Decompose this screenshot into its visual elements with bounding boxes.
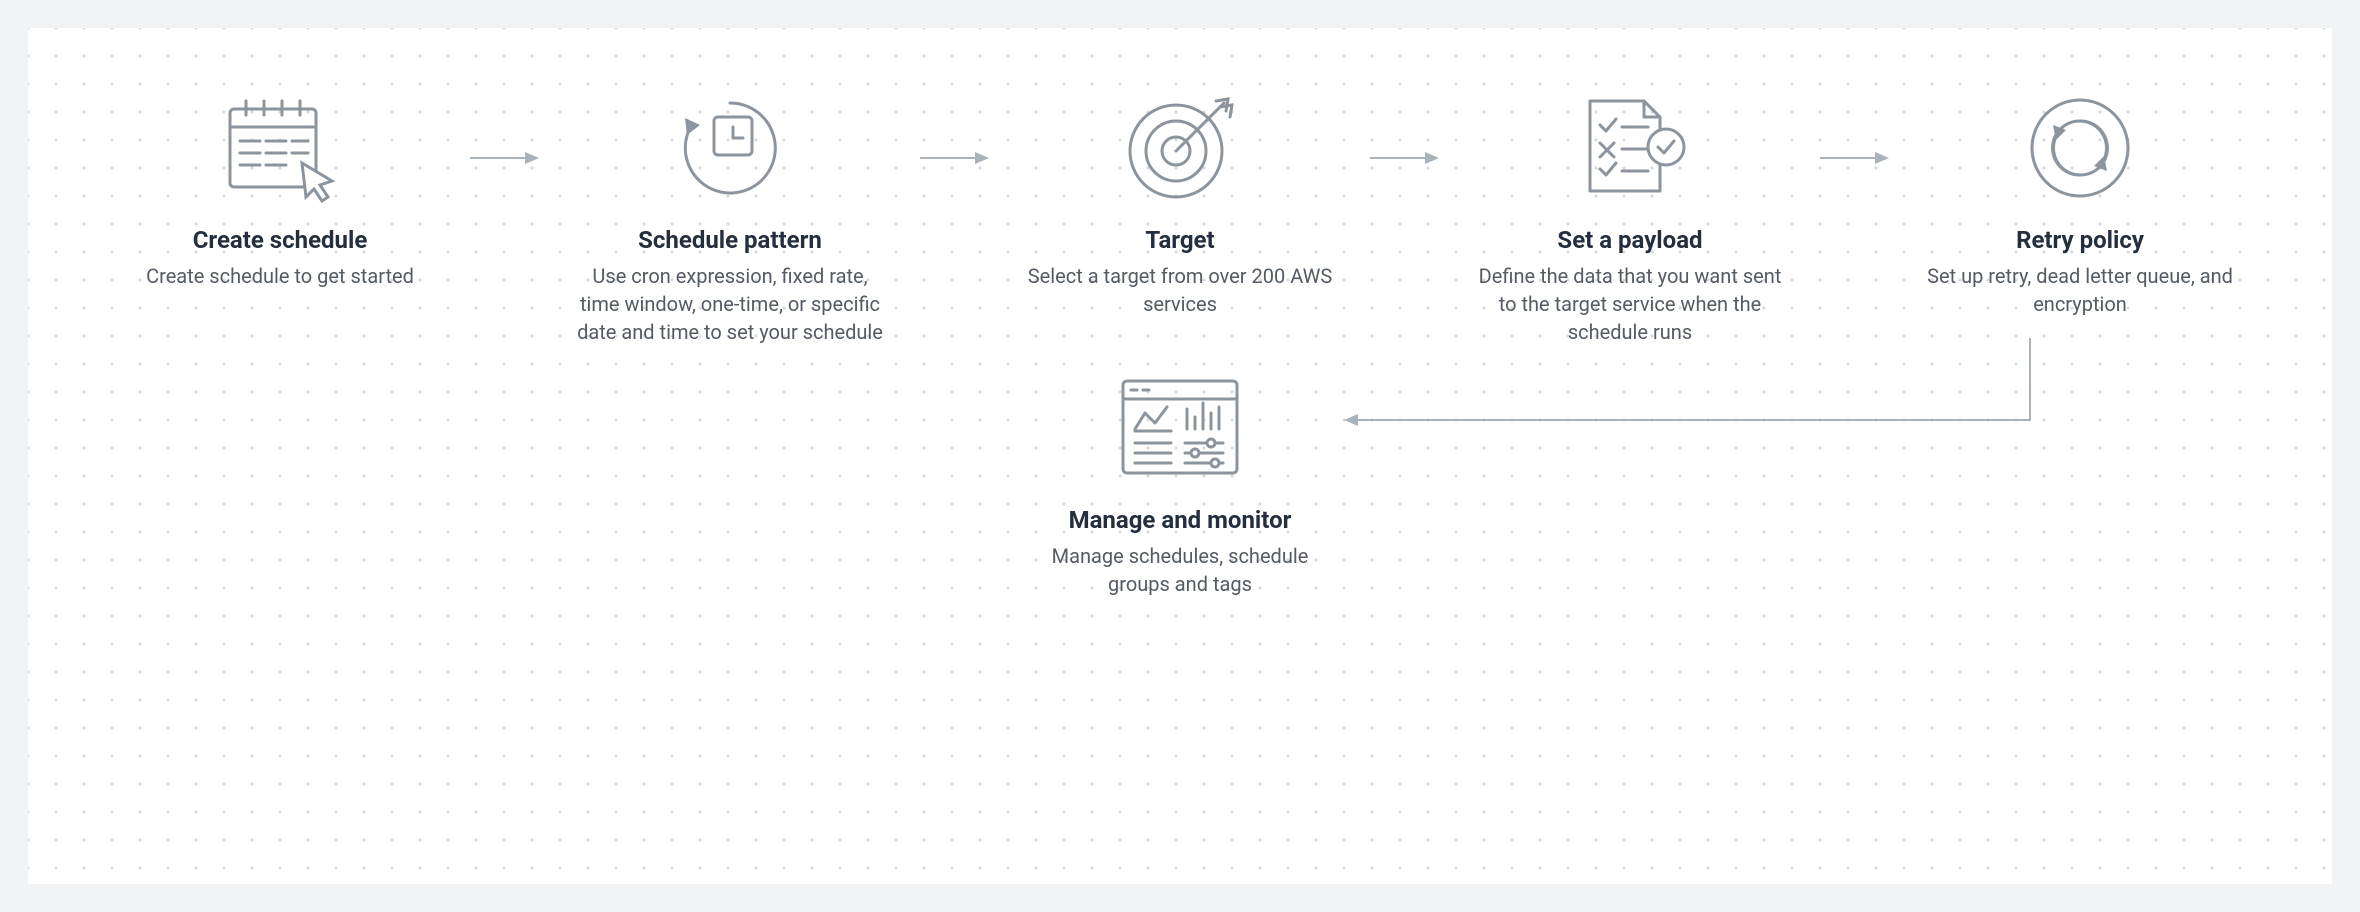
clock-refresh-icon [670,88,790,208]
connector-row: Manage and monitor Manage schedules, sch… [28,338,2332,758]
step-create-schedule: Create schedule Create schedule to get s… [115,88,445,290]
step-target: Target Select a target from over 200 AWS… [1015,88,1345,318]
step-retry-policy: Retry policy Set up retry, dead letter q… [1915,88,2245,318]
arrow-icon [445,98,565,218]
checklist-icon [1570,88,1690,208]
step-title: Create schedule [193,226,368,254]
steps-row: Create schedule Create schedule to get s… [28,88,2332,346]
dashboard-icon [1115,368,1245,488]
step-desc: Define the data that you want sent to th… [1475,262,1785,346]
step-title: Retry policy [2016,226,2144,254]
arrow-icon [1795,98,1915,218]
step-set-payload: Set a payload Define the data that you w… [1465,88,1795,346]
arrow-icon [895,98,1015,218]
step-title: Set a payload [1557,226,1702,254]
step-title: Target [1145,226,1214,254]
step-desc: Manage schedules, schedule groups and ta… [1025,542,1335,598]
step-desc: Select a target from over 200 AWS servic… [1025,262,1335,318]
arrow-icon [1345,98,1465,218]
step-desc: Create schedule to get started [146,262,414,290]
step-schedule-pattern: Schedule pattern Use cron expression, fi… [565,88,895,346]
step-title: Schedule pattern [638,226,822,254]
retry-cycle-icon [2020,88,2140,208]
step-title: Manage and monitor [1069,506,1292,534]
diagram-canvas: Create schedule Create schedule to get s… [28,28,2332,884]
calendar-cursor-icon [220,88,340,208]
step-desc: Set up retry, dead letter queue, and enc… [1925,262,2235,318]
step-desc: Use cron expression, fixed rate, time wi… [575,262,885,346]
step-manage-monitor: Manage and monitor Manage schedules, sch… [1015,368,1345,598]
target-arrow-icon [1120,88,1240,208]
